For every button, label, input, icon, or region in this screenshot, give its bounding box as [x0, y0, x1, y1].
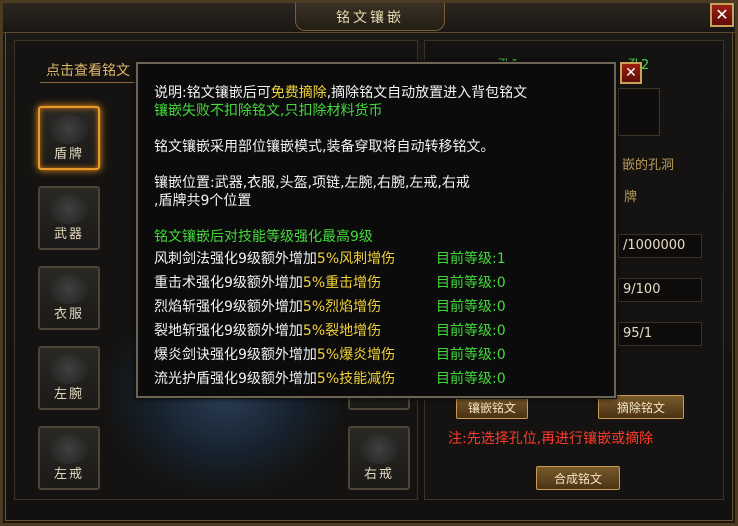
tip-highlight: 免费摘除	[270, 85, 327, 101]
ring-icon	[360, 434, 398, 464]
skill-row: 爆炎剑诀强化9级额外增加5%爆炎增伤	[154, 344, 395, 364]
tip-line-5: ,盾牌共9个位置	[154, 193, 252, 209]
skill-row: 裂地斩强化9级额外增加5%裂地增伤	[154, 320, 381, 340]
inlay-button[interactable]: 镶嵌铭文	[456, 395, 528, 419]
skill-name: 裂地斩强化9级额外增加	[154, 323, 303, 339]
tip-line-1: 说明:铭文镶嵌后可免费摘除,摘除铭文自动放置进入背包铭文	[154, 82, 527, 102]
skill-bonus: 5%烈焰增伤	[302, 299, 382, 315]
slot-label: 武器	[53, 227, 84, 242]
skill-name: 风刺剑法强化9级额外增加	[154, 251, 317, 267]
skill-level: 目前等级:0	[436, 275, 506, 291]
compose-button[interactable]: 合成铭文	[536, 466, 620, 490]
ring-icon	[50, 434, 88, 464]
close-tooltip-button[interactable]: ✕	[620, 62, 642, 84]
slot-left-wrist[interactable]: 左腕	[38, 346, 100, 410]
slot-left-ring[interactable]: 左戒	[38, 426, 100, 490]
skill-bonus: 5%爆炎增伤	[316, 347, 396, 363]
slot-tag-text: 牌	[624, 190, 638, 205]
window-title: 铭文镶嵌	[295, 3, 445, 31]
slot-weapon[interactable]: 武器	[38, 186, 100, 250]
currency-value: /1000000	[618, 234, 702, 258]
bracer-icon	[50, 354, 88, 384]
skill-level: 目前等级:0	[436, 299, 506, 315]
skill-row: 流光护盾强化9级额外增加5%技能减伤	[154, 368, 395, 388]
material-value: 9/100	[618, 278, 702, 302]
tip-line-4: 镶嵌位置:武器,衣服,头盔,项链,左腕,右腕,左戒,右戒	[154, 175, 470, 191]
skill-name: 重击术强化9级额外增加	[154, 275, 303, 291]
instruction-hint: 注:先选择孔位,再进行镶嵌或摘除	[448, 431, 654, 447]
skill-bonus: 5%重击增伤	[302, 275, 382, 291]
hole-hint-text: 嵌的孔洞	[622, 158, 675, 173]
skill-name: 流光护盾强化9级额外增加	[154, 371, 317, 387]
slot-right-ring[interactable]: 右戒	[348, 426, 410, 490]
rune-value: 95/1	[618, 322, 702, 346]
skill-row: 烈焰斩强化9级额外增加5%烈焰增伤	[154, 296, 381, 316]
skill-bonus: 5%风刺增伤	[316, 251, 396, 267]
tip-line-6: 铭文镶嵌后对技能等级强化最高9级	[154, 229, 373, 245]
close-window-button[interactable]: ✕	[710, 3, 734, 27]
remove-button[interactable]: 摘除铭文	[598, 395, 684, 419]
help-tooltip: 说明:铭文镶嵌后可免费摘除,摘除铭文自动放置进入背包铭文 镶嵌失败不扣除铭文,只…	[136, 62, 616, 398]
slot-label: 右戒	[363, 467, 394, 482]
skill-level: 目前等级:0	[436, 371, 506, 387]
skill-name: 烈焰斩强化9级额外增加	[154, 299, 303, 315]
skill-row: 重击术强化9级额外增加5%重击增伤	[154, 272, 381, 292]
title-bar: 铭文镶嵌	[3, 3, 735, 33]
shield-icon	[50, 114, 88, 144]
slot-label: 左腕	[53, 387, 84, 402]
slot-label: 盾牌	[53, 147, 84, 162]
hole-2-socket[interactable]	[618, 88, 660, 136]
view-inscription-link[interactable]: 点击查看铭文	[46, 60, 130, 80]
slot-armor[interactable]: 衣服	[38, 266, 100, 330]
skill-row: 风刺剑法强化9级额外增加5%风刺增伤	[154, 248, 395, 268]
skill-level: 目前等级:0	[436, 347, 506, 363]
slot-label: 衣服	[53, 307, 84, 322]
skill-bonus: 5%技能减伤	[316, 371, 396, 387]
slot-label: 左戒	[53, 467, 84, 482]
armor-icon	[50, 274, 88, 304]
tip-text: 说明:铭文镶嵌后可	[154, 85, 271, 101]
skill-name: 爆炎剑诀强化9级额外增加	[154, 347, 317, 363]
skill-level: 目前等级:1	[436, 251, 506, 267]
tip-line-2: 镶嵌失败不扣除铭文,只扣除材料货币	[154, 103, 383, 119]
header-underline	[40, 82, 150, 83]
slot-shield[interactable]: 盾牌	[38, 106, 100, 170]
skill-bonus: 5%裂地增伤	[302, 323, 382, 339]
tip-line-3: 铭文镶嵌采用部位镶嵌模式,装备穿取将自动转移铭文。	[154, 139, 495, 155]
weapon-icon	[50, 194, 88, 224]
tip-text: ,摘除铭文自动放置进入背包铭文	[326, 85, 528, 101]
skill-level: 目前等级:0	[436, 323, 506, 339]
